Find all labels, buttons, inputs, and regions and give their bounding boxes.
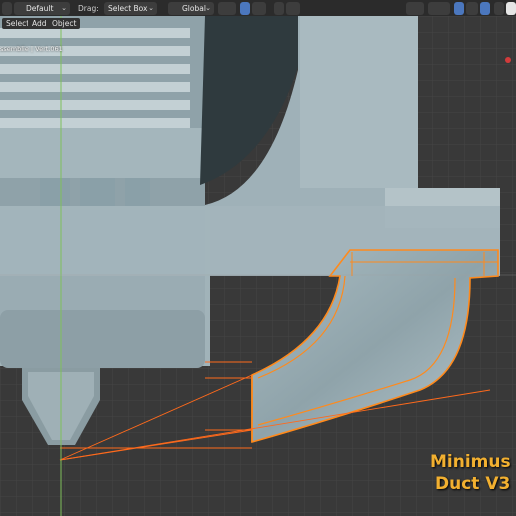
overlay-options-icon[interactable] — [466, 2, 478, 15]
xray-icon[interactable] — [480, 2, 490, 15]
snap-icon[interactable] — [240, 2, 250, 15]
orientation-dropdown[interactable]: Global ⌄ — [168, 2, 214, 15]
object-menu[interactable]: Object — [48, 18, 81, 29]
chevron-down-icon: ⌄ — [61, 4, 67, 12]
solid-shading-icon[interactable] — [506, 2, 516, 15]
wireframe-shading-icon[interactable] — [494, 2, 504, 15]
drag-select-value: Select Box — [108, 4, 148, 13]
chevron-down-icon: ⌄ — [205, 4, 211, 12]
viewport-header: Default ⌄ Drag: Select Box ⌄ Global ⌄ — [0, 0, 516, 16]
watermark-line1: Minimus — [430, 452, 511, 472]
editor-type-icon[interactable] — [2, 2, 12, 15]
3d-viewport[interactable]: Default ⌄ Drag: Select Box ⌄ Global ⌄ Se… — [0, 0, 516, 516]
proportional-icon[interactable] — [274, 2, 284, 15]
gizmo-icon[interactable] — [428, 2, 450, 15]
pivot-icon[interactable] — [218, 2, 236, 15]
chevron-down-icon: ⌄ — [148, 4, 154, 12]
visibility-icon[interactable] — [406, 2, 424, 15]
falloff-icon[interactable] — [286, 2, 300, 15]
drag-label: Drag: — [78, 4, 99, 13]
drag-select-dropdown[interactable]: Select Box ⌄ — [104, 2, 157, 15]
view-mode-label: Default — [26, 4, 54, 13]
orientation-value: Global — [182, 4, 206, 13]
view-mode-dropdown[interactable]: Default ⌄ — [14, 2, 70, 15]
record-dot — [505, 57, 511, 63]
snap-target-icon[interactable] — [252, 2, 266, 15]
overlay-icon[interactable] — [454, 2, 464, 15]
watermark-line2: Duct V3 — [435, 474, 511, 494]
viewport-scene[interactable] — [0, 0, 516, 516]
object-info-text: ssemblie | Vert.061 — [0, 45, 63, 53]
